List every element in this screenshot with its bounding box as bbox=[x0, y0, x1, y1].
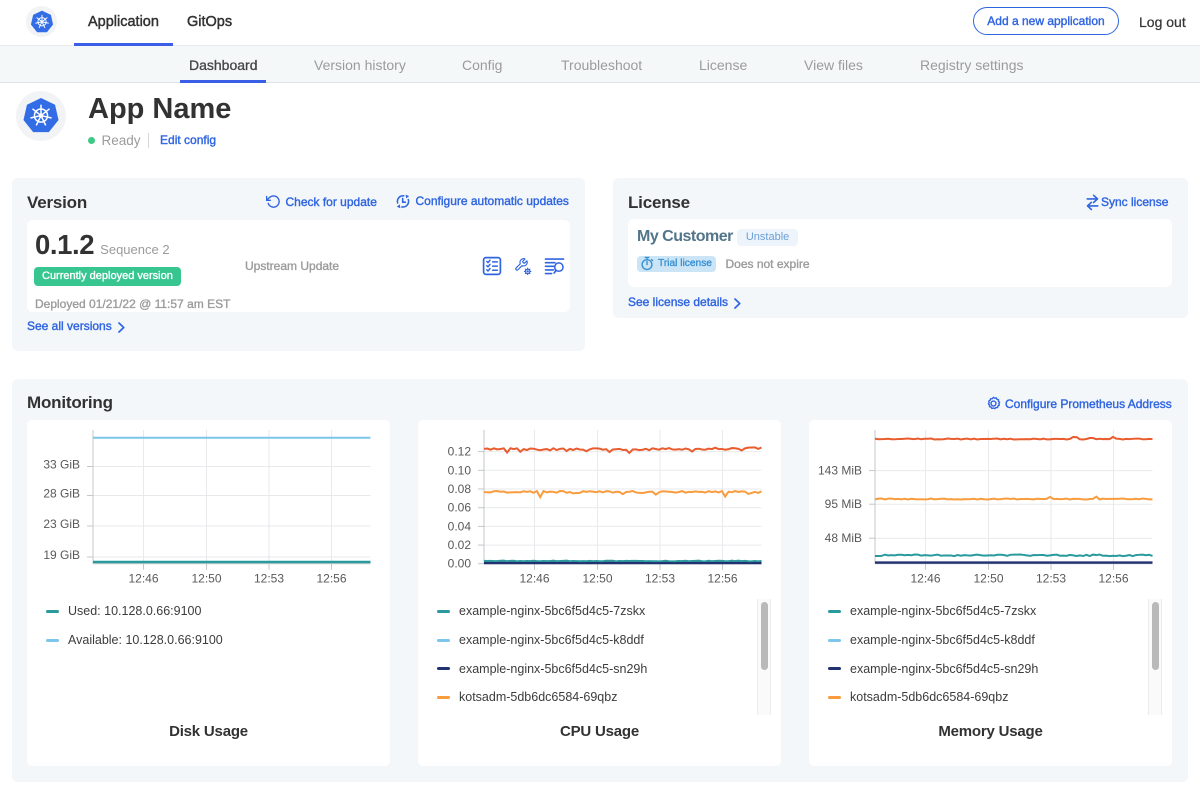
svg-text:48 MiB: 48 MiB bbox=[825, 531, 862, 545]
svg-text:12:56: 12:56 bbox=[1098, 572, 1128, 586]
svg-text:33 GiB: 33 GiB bbox=[43, 458, 80, 472]
svg-text:95 MiB: 95 MiB bbox=[825, 497, 862, 511]
svg-text:23 GiB: 23 GiB bbox=[43, 517, 80, 531]
svg-text:12:50: 12:50 bbox=[191, 572, 221, 586]
svg-text:0.00: 0.00 bbox=[448, 557, 472, 571]
svg-text:12:50: 12:50 bbox=[973, 572, 1003, 586]
svg-text:12:46: 12:46 bbox=[519, 572, 549, 586]
svg-text:12:46: 12:46 bbox=[910, 572, 940, 586]
svg-text:12:53: 12:53 bbox=[254, 572, 284, 586]
svg-text:12:46: 12:46 bbox=[128, 572, 158, 586]
svg-text:19 GiB: 19 GiB bbox=[43, 548, 80, 562]
svg-text:0.06: 0.06 bbox=[448, 501, 472, 515]
svg-text:12:50: 12:50 bbox=[582, 572, 612, 586]
svg-text:0.10: 0.10 bbox=[448, 463, 472, 477]
svg-text:143 MiB: 143 MiB bbox=[818, 464, 862, 478]
svg-text:12:56: 12:56 bbox=[707, 572, 737, 586]
svg-text:12:53: 12:53 bbox=[645, 572, 675, 586]
svg-text:12:56: 12:56 bbox=[316, 572, 346, 586]
svg-text:28 GiB: 28 GiB bbox=[43, 487, 80, 501]
svg-text:0.02: 0.02 bbox=[448, 538, 472, 552]
svg-text:12:53: 12:53 bbox=[1036, 572, 1066, 586]
svg-text:0.12: 0.12 bbox=[448, 445, 472, 459]
svg-text:0.08: 0.08 bbox=[448, 482, 472, 496]
svg-text:0.04: 0.04 bbox=[448, 519, 472, 533]
